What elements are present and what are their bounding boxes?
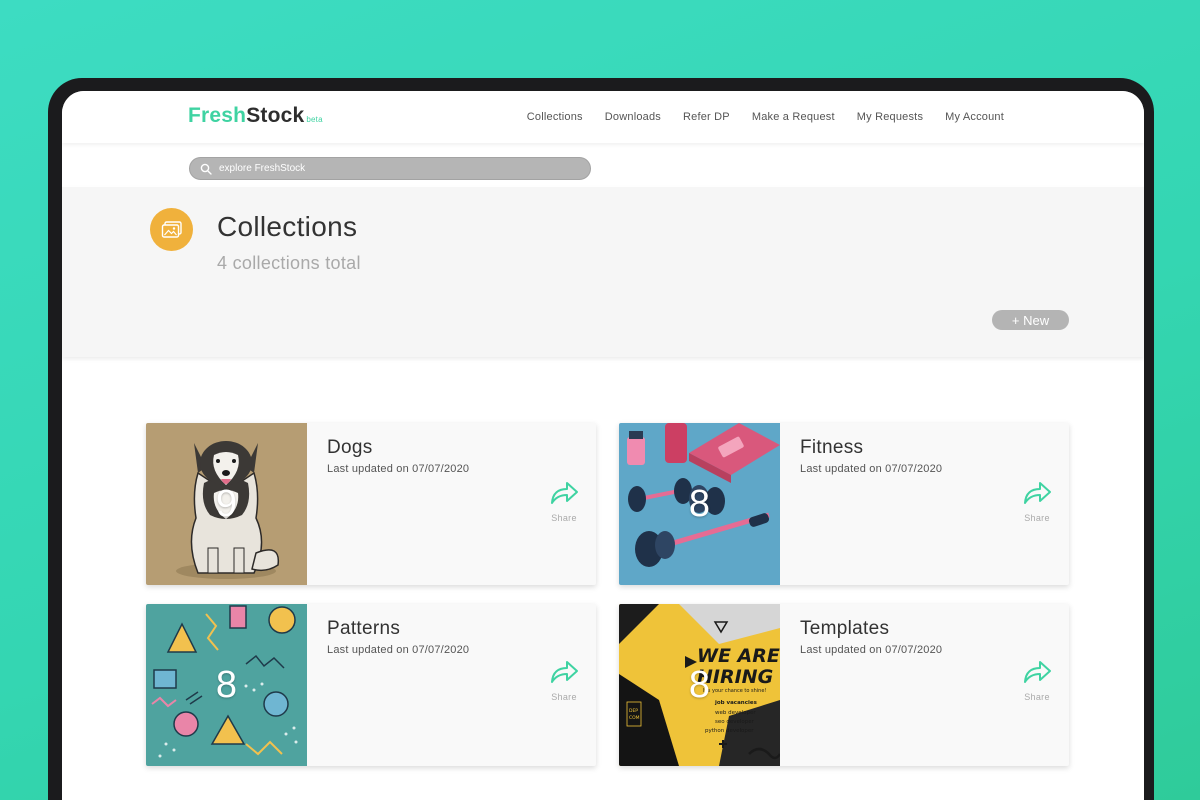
collection-card-patterns[interactable]: 8 Patterns Last updated on 07/07/2020 Sh… [146,604,596,766]
collection-card-dogs[interactable]: 9 Dogs Last updated on 07/07/2020 Share [146,423,596,585]
share-arrow-icon [1024,661,1051,683]
nav-make-request[interactable]: Make a Request [752,111,835,123]
collection-item-count: 8 [215,663,238,706]
share-label: Share [1024,513,1050,523]
brand-name-part1: Fresh [188,104,247,127]
share-button[interactable]: Share [544,660,584,702]
share-arrow-icon [1024,482,1051,504]
search-band [62,143,1144,187]
collections-header: Collections 4 collections total + New [62,187,1144,357]
brand-logo[interactable]: FreshStock beta [188,104,323,128]
main-nav: Collections Downloads Refer DP Make a Re… [527,111,1004,123]
nav-downloads[interactable]: Downloads [605,111,661,123]
share-label: Share [551,513,577,523]
page-title: Collections [217,211,358,242]
collection-thumbnail: 8 [146,604,307,766]
share-label: Share [1024,692,1050,702]
collection-title[interactable]: Templates [800,618,889,640]
collection-card-templates[interactable]: WE ARE HIRING It's your chance to shine!… [619,604,1069,766]
nav-refer-dp[interactable]: Refer DP [683,111,730,123]
collections-count: 4 collections total [217,253,361,273]
collection-thumbnail: WE ARE HIRING It's your chance to shine!… [619,604,780,766]
share-button[interactable]: Share [1017,481,1057,523]
collection-updated-date: Last updated on 07/07/2020 [800,463,943,475]
share-label: Share [551,692,577,702]
search-icon [200,163,212,175]
collection-updated-date: Last updated on 07/07/2020 [327,463,470,475]
collection-item-count: 8 [688,482,711,525]
brand-name-part2: Stock [246,104,305,127]
collection-title[interactable]: Fitness [800,437,863,459]
image-collection-icon [150,208,193,251]
collection-title[interactable]: Patterns [327,618,400,640]
top-navigation: FreshStock beta Collections Downloads Ref… [62,91,1144,143]
nav-my-account[interactable]: My Account [945,111,1004,123]
search-bar[interactable] [189,157,591,180]
share-arrow-icon [551,661,578,683]
new-collection-button[interactable]: + New [992,310,1069,330]
share-button[interactable]: Share [1017,660,1057,702]
collection-item-count: 9 [215,482,238,525]
search-input[interactable] [219,163,559,174]
share-arrow-icon [551,482,578,504]
collection-title[interactable]: Dogs [327,437,373,459]
nav-collections[interactable]: Collections [527,111,583,123]
collection-item-count: 8 [688,663,711,706]
nav-my-requests[interactable]: My Requests [857,111,923,123]
collection-thumbnail: 9 [146,423,307,585]
share-button[interactable]: Share [544,481,584,523]
beta-tag: beta [306,115,323,124]
collection-thumbnail: 8 [619,423,780,585]
collection-updated-date: Last updated on 07/07/2020 [800,644,943,656]
collection-card-fitness[interactable]: 8 Fitness Last updated on 07/07/2020 Sha… [619,423,1069,585]
collection-updated-date: Last updated on 07/07/2020 [327,644,470,656]
browser-screen: FreshStock beta Collections Downloads Ref… [62,91,1144,800]
